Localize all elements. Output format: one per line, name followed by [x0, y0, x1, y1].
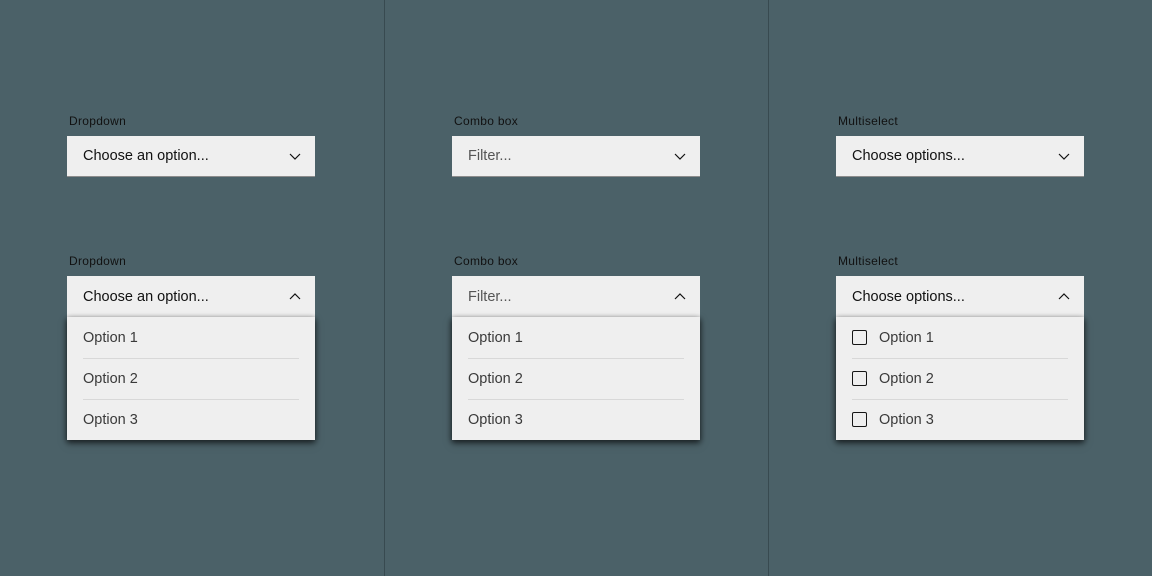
dropdown-value: Choose an option...	[83, 289, 209, 305]
multiselect-option[interactable]: Option 3	[836, 399, 1084, 440]
combobox-placeholder: Filter...	[468, 289, 512, 305]
multiselect-closed-group: Multiselect Choose options...	[836, 114, 1084, 177]
combobox-option[interactable]: Option 2	[452, 358, 700, 399]
multiselect-menu: Option 1 Option 2 Option 3	[836, 317, 1084, 440]
dropdown-value: Choose an option...	[83, 148, 209, 164]
multiselect-label: Multiselect	[836, 114, 1084, 128]
multiselect-trigger-closed[interactable]: Choose options...	[836, 136, 1084, 177]
dropdown-open-group: Dropdown Choose an option... Option 1 Op…	[67, 254, 315, 440]
dropdown-trigger-open[interactable]: Choose an option...	[67, 276, 315, 317]
chevron-down-icon	[287, 148, 303, 164]
dropdown-option-label: Option 2	[83, 371, 138, 387]
dropdown-option-label: Option 3	[83, 412, 138, 428]
checkbox-icon[interactable]	[852, 371, 867, 386]
multiselect-menu-wrap: Option 1 Option 2 Option 3	[836, 317, 1084, 440]
combobox-trigger-closed[interactable]: Filter...	[452, 136, 700, 177]
combobox-trigger-open[interactable]: Filter...	[452, 276, 700, 317]
dropdown-menu-wrap: Option 1 Option 2 Option 3	[67, 317, 315, 440]
dropdown-trigger-closed[interactable]: Choose an option...	[67, 136, 315, 177]
multiselect-column: Multiselect Choose options... Multiselec…	[768, 0, 1152, 576]
multiselect-option-label: Option 1	[879, 330, 934, 346]
multiselect-option-label: Option 3	[879, 412, 934, 428]
chevron-down-icon	[672, 148, 688, 164]
checkbox-icon[interactable]	[852, 412, 867, 427]
combobox-option[interactable]: Option 3	[452, 399, 700, 440]
multiselect-trigger-open[interactable]: Choose options...	[836, 276, 1084, 317]
combobox-menu-wrap: Option 1 Option 2 Option 3	[452, 317, 700, 440]
multiselect-open-group: Multiselect Choose options... Option 1 O…	[836, 254, 1084, 440]
dropdown-label: Dropdown	[67, 254, 315, 268]
multiselect-option[interactable]: Option 2	[836, 358, 1084, 399]
multiselect-option[interactable]: Option 1	[836, 317, 1084, 358]
dropdown-option[interactable]: Option 1	[67, 317, 315, 358]
combobox-option-label: Option 1	[468, 330, 523, 346]
combobox-option[interactable]: Option 1	[452, 317, 700, 358]
multiselect-option-label: Option 2	[879, 371, 934, 387]
dropdown-label: Dropdown	[67, 114, 315, 128]
multiselect-label: Multiselect	[836, 254, 1084, 268]
dropdown-option[interactable]: Option 2	[67, 358, 315, 399]
chevron-up-icon	[287, 289, 303, 305]
chevron-up-icon	[672, 289, 688, 305]
chevron-down-icon	[1056, 148, 1072, 164]
checkbox-icon[interactable]	[852, 330, 867, 345]
combobox-placeholder: Filter...	[468, 148, 512, 164]
combobox-menu: Option 1 Option 2 Option 3	[452, 317, 700, 440]
dropdown-menu: Option 1 Option 2 Option 3	[67, 317, 315, 440]
dropdown-closed-group: Dropdown Choose an option...	[67, 114, 315, 177]
combobox-closed-group: Combo box Filter...	[452, 114, 700, 177]
combobox-open-group: Combo box Filter... Option 1 Option 2 Op…	[452, 254, 700, 440]
chevron-up-icon	[1056, 289, 1072, 305]
combobox-label: Combo box	[452, 114, 700, 128]
combobox-column: Combo box Filter... Combo box Filter... …	[384, 0, 768, 576]
multiselect-value: Choose options...	[852, 289, 965, 305]
combobox-label: Combo box	[452, 254, 700, 268]
combobox-option-label: Option 2	[468, 371, 523, 387]
dropdown-column: Dropdown Choose an option... Dropdown Ch…	[0, 0, 384, 576]
combobox-option-label: Option 3	[468, 412, 523, 428]
dropdown-option-label: Option 1	[83, 330, 138, 346]
multiselect-value: Choose options...	[852, 148, 965, 164]
dropdown-option[interactable]: Option 3	[67, 399, 315, 440]
